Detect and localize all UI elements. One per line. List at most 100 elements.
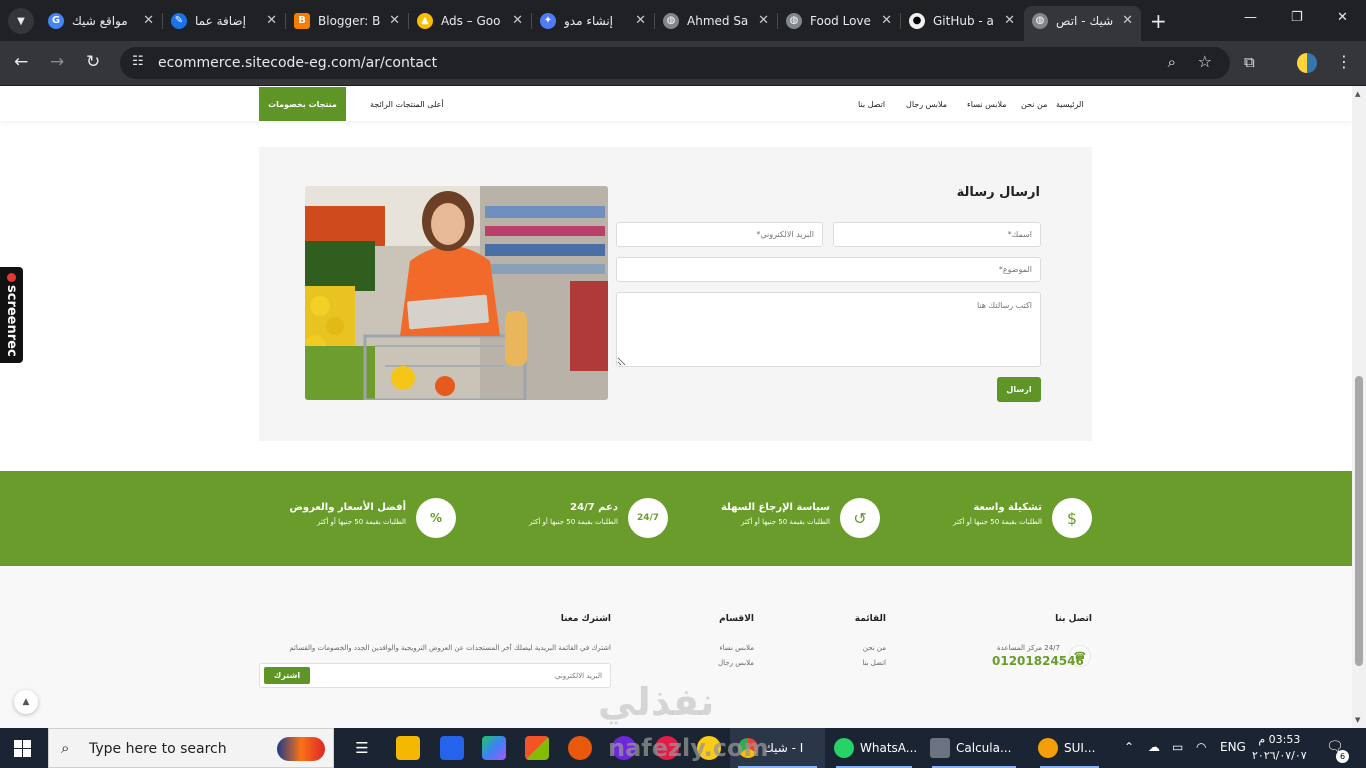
forward-arrow-icon[interactable]: →: [50, 52, 64, 72]
browser-tab[interactable]: ✎ إضافة عما ✕: [163, 6, 286, 35]
nav-link-men[interactable]: ملابس رجال: [906, 100, 947, 109]
profile-avatar[interactable]: [1297, 53, 1317, 73]
close-icon[interactable]: ✕: [758, 13, 769, 28]
browser-tab[interactable]: B Blogger: B ✕: [286, 6, 409, 35]
windows-start-icon[interactable]: [14, 740, 31, 757]
url-text[interactable]: ecommerce.sitecode-eg.com/ar/contact: [158, 55, 437, 71]
language-indicator[interactable]: ENG: [1220, 740, 1246, 754]
globe-icon: ◍: [663, 12, 679, 29]
name-input[interactable]: [833, 222, 1041, 247]
back-arrow-icon[interactable]: ←: [14, 52, 28, 72]
tab-title: مواقع شيك: [72, 13, 128, 28]
tab-title: Ahmed Sa: [687, 13, 749, 28]
scroll-up-icon[interactable]: ▲: [1355, 90, 1360, 98]
nav-link-about[interactable]: من نحن: [1021, 100, 1047, 109]
tab-search-chevron-icon[interactable]: ▼: [8, 8, 34, 34]
outlook-icon[interactable]: [440, 736, 464, 760]
tray-chevron-up-icon[interactable]: ⌃: [1124, 740, 1134, 754]
close-icon[interactable]: ✕: [1004, 13, 1015, 28]
calculator-icon: [930, 738, 950, 758]
subject-input[interactable]: [616, 257, 1041, 282]
nav-link-top-products[interactable]: أعلى المنتجات الرائجة: [370, 100, 444, 109]
feature-title: أفضل الأسعار والعروض: [289, 502, 406, 513]
store-icon[interactable]: [525, 736, 549, 760]
close-icon[interactable]: ✕: [512, 13, 523, 28]
new-tab-plus-icon[interactable]: +: [1150, 9, 1167, 33]
browser-tab[interactable]: ◍ Food Love ✕: [778, 6, 901, 35]
close-icon[interactable]: ✕: [1122, 13, 1133, 28]
close-icon[interactable]: ✕: [389, 13, 400, 28]
email-input[interactable]: [616, 222, 823, 247]
footer-subscribe-title: اشترك معنا: [560, 614, 611, 624]
copilot-icon[interactable]: [482, 736, 506, 760]
scroll-down-icon[interactable]: ▼: [1355, 716, 1360, 724]
search-placeholder: Type here to search: [89, 741, 227, 757]
restore-icon[interactable]: ❐: [1291, 10, 1303, 25]
search-highlight-icon: [277, 737, 325, 761]
footer-menu-title: القائمة: [854, 614, 886, 624]
file-explorer-icon[interactable]: [396, 736, 420, 760]
wifi-icon[interactable]: ◠: [1196, 740, 1206, 754]
scrollbar-thumb[interactable]: [1355, 376, 1363, 666]
tab-title: GitHub - a: [933, 13, 994, 28]
features-strip: $ تشكيلة واسعة الطلبات بقيمة 50 جنيها أو…: [0, 471, 1352, 566]
window-close-icon[interactable]: ✕: [1337, 10, 1348, 25]
phone-number[interactable]: 01201824546: [992, 654, 1084, 668]
nav-link-women[interactable]: ملابس نساء: [967, 100, 1007, 109]
taskbar-app-calculator[interactable]: Calcula...: [924, 728, 1024, 768]
bookmark-star-icon[interactable]: ☆: [1198, 52, 1212, 71]
scroll-to-top-chevron-icon[interactable]: ▲: [14, 690, 38, 714]
globe-icon: ◍: [1032, 12, 1048, 29]
footer-link[interactable]: من نحن: [863, 644, 886, 652]
browser-tab[interactable]: G مواقع شيك ✕: [40, 6, 163, 35]
message-textarea[interactable]: [616, 292, 1041, 367]
browser-tab[interactable]: ◍ Ahmed Sa ✕: [655, 6, 778, 35]
footer-link[interactable]: اتصل بنا: [862, 659, 886, 667]
subscribe-button[interactable]: اشترك: [264, 667, 310, 684]
page-scrollbar[interactable]: ▲ ▼: [1352, 86, 1366, 728]
taskbar-app-whatsapp[interactable]: WhatsA...: [828, 728, 920, 768]
browser-tab[interactable]: ● GitHub - a ✕: [901, 6, 1023, 35]
nav-link-home[interactable]: الرئيسية: [1056, 100, 1084, 109]
extensions-puzzle-icon[interactable]: ⧉: [1244, 53, 1255, 71]
watermark-arabic: نفذلي: [598, 680, 715, 724]
tab-title: Ads – Goo: [441, 13, 501, 28]
kebab-menu-icon[interactable]: ⋮: [1336, 52, 1352, 71]
firefox-icon[interactable]: [568, 736, 592, 760]
taskbar-app-label: شيك - I: [764, 741, 804, 755]
footer-link[interactable]: ملابس نساء: [719, 644, 754, 652]
screenrec-label: screenrec: [4, 285, 19, 357]
address-bar[interactable]: ☷ ecommerce.sitecode-eg.com/ar/contact ⌕…: [120, 47, 1230, 79]
nav-link-contact[interactable]: اتصل بنا: [858, 100, 885, 109]
browser-tab[interactable]: ▲ Ads – Goo ✕: [409, 6, 532, 35]
minimize-icon[interactable]: —: [1244, 10, 1257, 25]
close-icon[interactable]: ✕: [635, 13, 646, 28]
screenrec-widget[interactable]: screenrec: [0, 267, 23, 363]
send-button[interactable]: ارسال: [997, 377, 1041, 402]
close-icon[interactable]: ✕: [143, 13, 154, 28]
taskbar-app-sui[interactable]: SUI...: [1032, 728, 1107, 768]
browser-tab-active[interactable]: ◍ شيك - اتص ✕: [1024, 6, 1141, 41]
subscribe-email-input[interactable]: البريد الالكتروني: [555, 672, 602, 680]
contact-section: ارسال رسالة ارسال: [259, 147, 1092, 441]
task-view-icon[interactable]: ☰: [350, 736, 374, 760]
cloud-icon[interactable]: ☁: [1148, 740, 1160, 754]
feature-subtitle: الطلبات بقيمة 50 جنيها أو أكثر: [317, 518, 406, 526]
taskbar-clock[interactable]: 03:53 م ٢٠٢٦/٠٧/٠٧: [1252, 732, 1307, 764]
deals-button[interactable]: منتجات بخصومات: [259, 87, 346, 121]
close-icon[interactable]: ✕: [881, 13, 892, 28]
shopper-photo: [305, 186, 608, 400]
form-title: ارسال رسالة: [956, 185, 1040, 200]
taskbar-search[interactable]: ⌕ Type here to search: [48, 728, 334, 768]
feature-title: دعم 24/7: [570, 502, 618, 513]
site-info-icon[interactable]: ☷: [132, 54, 144, 69]
battery-icon[interactable]: ▭: [1172, 740, 1183, 754]
browser-tab[interactable]: ✦ إنشاء مدو ✕: [532, 6, 655, 35]
supermarket-photo-illustration: [305, 186, 608, 400]
footer-link[interactable]: ملابس رجال: [718, 659, 754, 667]
browser-tab-strip: ▼ G مواقع شيك ✕ ✎ إضافة عما ✕ B Blogger:…: [0, 0, 1366, 41]
reload-icon[interactable]: ↻: [86, 52, 100, 72]
zoom-icon[interactable]: ⌕: [1168, 53, 1176, 71]
taskbar-app-label: SUI...: [1064, 741, 1096, 755]
close-icon[interactable]: ✕: [266, 13, 277, 28]
